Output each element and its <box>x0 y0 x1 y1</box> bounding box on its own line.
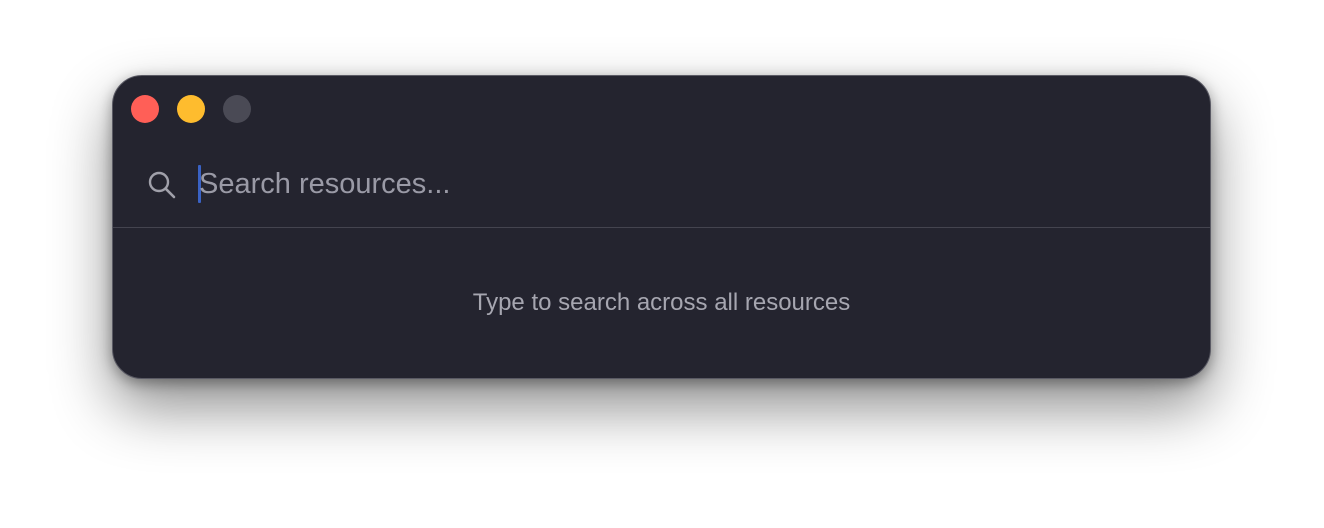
search-icon <box>148 171 176 199</box>
search-bar <box>113 148 1210 228</box>
window-controls <box>131 95 251 123</box>
close-button[interactable] <box>131 95 159 123</box>
minimize-button[interactable] <box>177 95 205 123</box>
zoom-button[interactable] <box>223 95 251 123</box>
empty-state-message: Type to search across all resources <box>472 289 851 316</box>
desktop-background: Type to search across all resources <box>0 0 1324 528</box>
search-input[interactable] <box>199 162 1099 206</box>
search-window: Type to search across all resources <box>112 75 1211 379</box>
